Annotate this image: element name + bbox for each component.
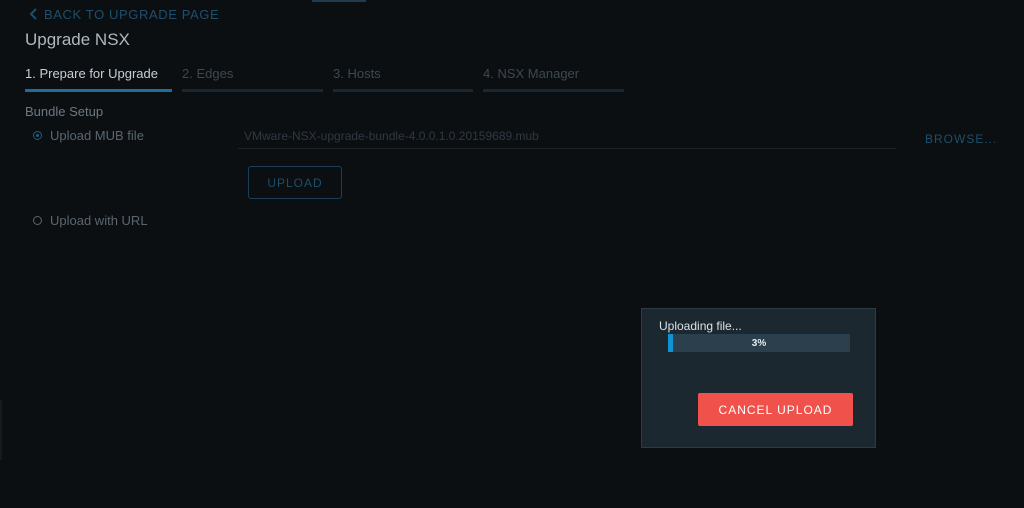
chevron-left-icon xyxy=(29,8,37,20)
mub-file-field[interactable] xyxy=(238,126,908,149)
upload-mub-option[interactable]: Upload MUB file xyxy=(33,128,144,143)
tab-nsx-manager[interactable]: 4. NSX Manager xyxy=(483,66,624,92)
tab-label: 3. Hosts xyxy=(333,66,381,81)
tab-label: 1. Prepare for Upgrade xyxy=(25,66,158,81)
tab-hosts[interactable]: 3. Hosts xyxy=(333,66,473,92)
upload-button[interactable]: UPLOAD xyxy=(248,166,342,199)
tab-label: 4. NSX Manager xyxy=(483,66,580,81)
mub-file-input[interactable] xyxy=(238,126,908,146)
back-link-label: BACK TO UPGRADE PAGE xyxy=(44,6,220,22)
tab-underline xyxy=(182,89,323,92)
top-highlight xyxy=(312,0,366,2)
radio-button[interactable] xyxy=(33,216,42,225)
upload-progress-bar: 3% xyxy=(668,334,850,352)
progress-percent: 3% xyxy=(751,337,767,349)
tab-underline xyxy=(25,89,172,92)
option-label: Upload with URL xyxy=(50,213,148,228)
tab-prepare-for-upgrade[interactable]: 1. Prepare for Upgrade xyxy=(25,66,172,92)
radio-button-checked[interactable] xyxy=(33,131,42,140)
tab-underline xyxy=(483,89,624,92)
tab-underline xyxy=(333,89,473,92)
page-title: Upgrade NSX xyxy=(25,30,130,49)
bundle-setup-title: Bundle Setup xyxy=(25,104,104,119)
back-to-upgrade-link[interactable]: BACK TO UPGRADE PAGE xyxy=(29,6,219,22)
tab-label: 2. Edges xyxy=(182,66,234,81)
page-edge-divider xyxy=(0,400,2,460)
browse-button[interactable]: BROWSE... xyxy=(925,132,997,146)
upload-progress-dialog: Uploading file... 3% CANCEL UPLOAD xyxy=(641,308,876,448)
cancel-upload-button[interactable]: CANCEL UPLOAD xyxy=(698,393,853,426)
option-label: Upload MUB file xyxy=(50,128,144,143)
dialog-title: Uploading file... xyxy=(659,319,742,333)
tab-edges[interactable]: 2. Edges xyxy=(182,66,323,92)
upload-url-option[interactable]: Upload with URL xyxy=(33,213,148,228)
